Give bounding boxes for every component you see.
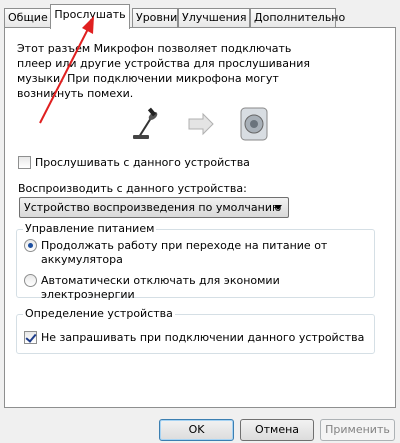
tab-enhancements[interactable]: Улучшения xyxy=(178,8,250,28)
description-text: Этот разъем Микрофон позволяет подключат… xyxy=(17,42,310,100)
tab-label: Общие xyxy=(8,11,48,24)
detect-checkbox-row[interactable]: Не запрашивать при подключении данного у… xyxy=(24,331,364,345)
power-continue-label: Продолжать работу при переходе на питани… xyxy=(41,239,327,267)
microphone-icon xyxy=(133,107,158,139)
power-option-auto-off[interactable]: Автоматически отключать для экономии эле… xyxy=(24,274,374,302)
tab-label: Уровни xyxy=(136,11,178,24)
power-option-continue[interactable]: Продолжать работу при переходе на питани… xyxy=(24,239,327,267)
tab-panel-listen: Этот разъем Микрофон позволяет подключат… xyxy=(4,27,396,408)
arrow-right-icon xyxy=(188,112,214,136)
listen-checkbox-row[interactable]: Прослушивать с данного устройства xyxy=(18,156,250,170)
playback-device-value: Устройство воспроизведения по умолчанию xyxy=(24,201,282,214)
playback-label: Воспроизводить с данного устройства: xyxy=(18,182,247,195)
power-group-title: Управление питанием xyxy=(23,222,157,236)
tab-strip: Общие Прослушать Уровни Улучшения Дополн… xyxy=(4,4,396,29)
tab-levels[interactable]: Уровни xyxy=(132,8,178,28)
ok-button[interactable]: OK xyxy=(159,419,234,441)
power-auto-off-radio[interactable] xyxy=(24,274,37,287)
listen-checkbox-label: Прослушивать с данного устройства xyxy=(35,156,250,169)
power-continue-label-line2: аккумулятора xyxy=(41,253,123,266)
tab-advanced[interactable]: Дополнительно xyxy=(250,8,345,28)
tab-listen[interactable]: Прослушать xyxy=(50,4,130,29)
power-auto-off-label: Автоматически отключать для экономии эле… xyxy=(41,274,280,301)
playback-device-select[interactable]: Устройство воспроизведения по умолчанию xyxy=(19,197,289,218)
tab-label: Прослушать xyxy=(54,8,126,21)
power-continue-radio[interactable] xyxy=(24,239,37,252)
tab-label: Улучшения xyxy=(182,11,247,24)
chevron-down-icon xyxy=(274,205,282,210)
device-flow-icons xyxy=(129,104,289,144)
detect-checkbox-label: Не запрашивать при подключении данного у… xyxy=(41,331,365,344)
detect-checkbox[interactable] xyxy=(24,331,37,344)
detect-group-title: Определение устройства xyxy=(23,307,175,321)
speaker-icon xyxy=(240,107,268,141)
listen-checkbox[interactable] xyxy=(18,156,31,169)
apply-button[interactable]: Применить xyxy=(320,419,395,441)
power-continue-label-line1: Продолжать работу при переходе на питани… xyxy=(41,239,328,252)
device-detection-group: Определение устройства Не запрашивать пр… xyxy=(16,307,375,354)
cancel-button[interactable]: Отмена xyxy=(240,419,314,441)
device-flow-graphic xyxy=(133,107,268,141)
power-management-group: Управление питанием Продолжать работу пр… xyxy=(16,222,375,301)
tab-general[interactable]: Общие xyxy=(4,8,51,28)
tab-label: Дополнительно xyxy=(254,11,346,24)
